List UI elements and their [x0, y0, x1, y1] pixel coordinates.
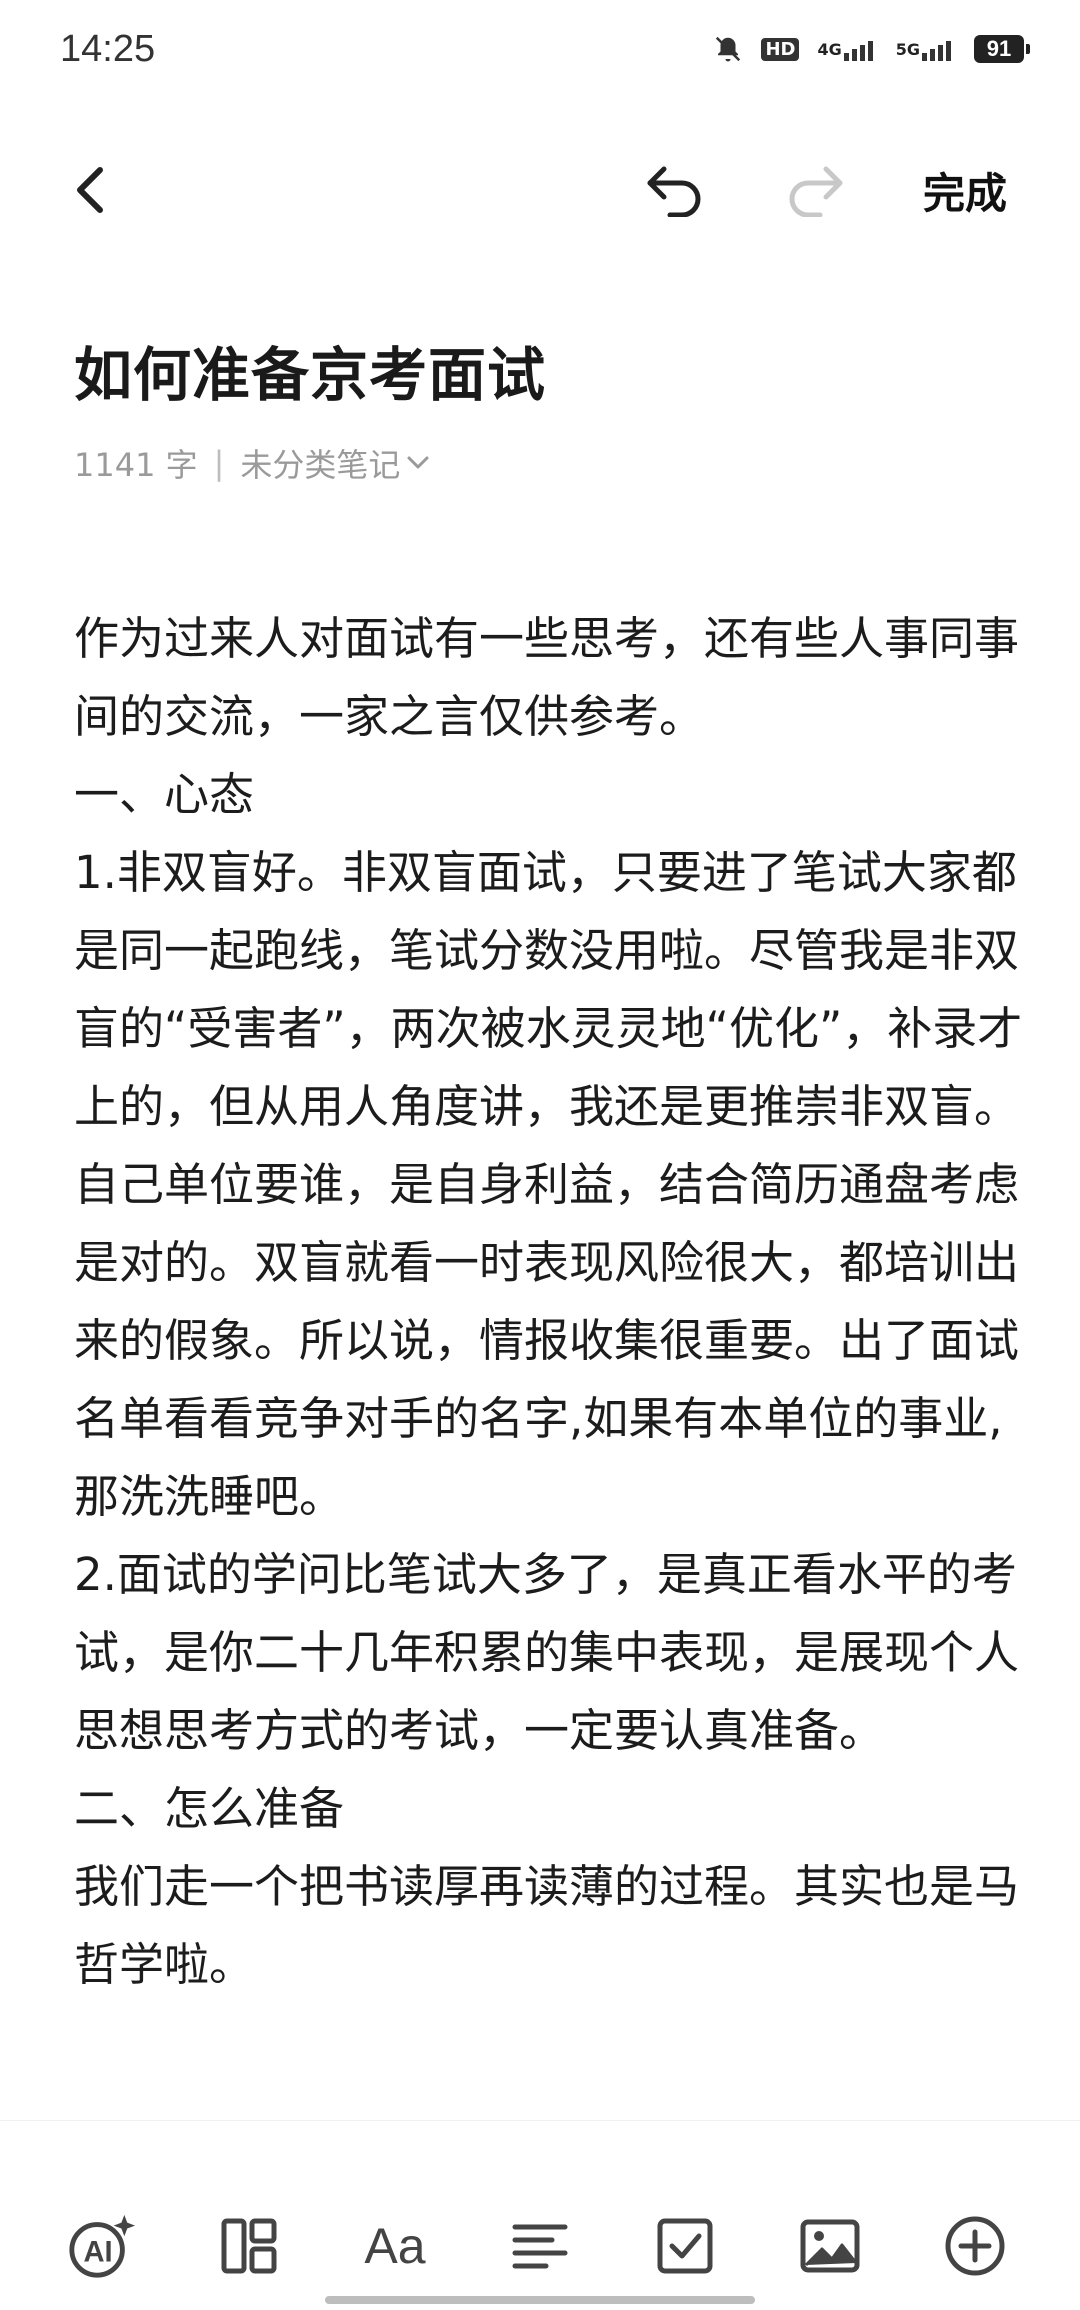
status-bar: 14:25 HD 4G 5G 91 [0, 0, 1080, 100]
checkbox-icon[interactable] [650, 2211, 720, 2281]
status-time: 14:25 [60, 28, 156, 70]
redo-icon [789, 166, 843, 217]
paragraph: 2.面试的学问比笔试大多了，是真正看水平的考试，是你二十几年积累的集中表现，是展… [74, 1548, 1020, 1757]
paragraph: 1.非双盲好。非双盲面试，只要进了笔试大家都是同一起跑线，笔试分数没用啦。尽管我… [74, 846, 1023, 1523]
align-icon[interactable] [505, 2211, 575, 2281]
font-icon[interactable]: Aa [360, 2211, 430, 2281]
chevron-down-icon [407, 456, 429, 469]
folder-label: 未分类笔记 [240, 446, 401, 484]
bottom-toolbar: AI Aa [0, 2120, 1080, 2310]
signal-5g-label: 5G [895, 39, 920, 59]
ai-icon[interactable]: AI [66, 2211, 136, 2281]
paragraph: 一、心态 [74, 768, 255, 821]
folder-selector[interactable]: 未分类笔记 [240, 440, 430, 486]
hd-label: HD [761, 37, 800, 61]
svg-text:AI: AI [84, 2237, 113, 2269]
add-icon[interactable] [940, 2211, 1010, 2281]
signal-4g-icon: 4G [817, 37, 877, 61]
undo-icon [647, 166, 701, 217]
redo-button[interactable] [780, 160, 850, 220]
undo-button[interactable] [640, 160, 710, 220]
mute-bell-icon [713, 34, 743, 64]
note-meta: 1141 字 | 未分类笔记 [74, 440, 430, 486]
signal-4g-label: 4G [817, 39, 842, 59]
paragraph: 作为过来人对面试有一些思考，还有些人事同事间的交流，一家之言仅供参考。 [74, 612, 1020, 743]
layout-icon[interactable] [214, 2211, 284, 2281]
meta-separator: | [213, 444, 225, 482]
editor-toolbar: 完成 [0, 140, 1080, 240]
hd-icon: HD [761, 37, 800, 61]
paragraph: 二、怎么准备 [74, 1782, 345, 1835]
back-arrow-icon [77, 167, 103, 213]
paragraph: 我们走一个把书读厚再读薄的过程。其实也是马哲学啦。 [74, 1860, 1020, 1991]
image-icon[interactable] [795, 2211, 865, 2281]
note-title[interactable]: 如何准备京考面试 [74, 328, 546, 412]
back-button[interactable] [60, 160, 120, 220]
note-body[interactable]: 作为过来人对面试有一些思考，还有些人事同事间的交流，一家之言仅供参考。 一、心态… [74, 600, 1024, 2004]
status-icons: HD 4G 5G 91 [713, 34, 1030, 64]
done-button[interactable]: 完成 [910, 160, 1020, 220]
signal-5g-icon: 5G [896, 37, 956, 61]
battery-icon: 91 [974, 35, 1030, 63]
home-indicator[interactable] [325, 2296, 755, 2304]
word-count: 1141 字 [74, 446, 198, 484]
